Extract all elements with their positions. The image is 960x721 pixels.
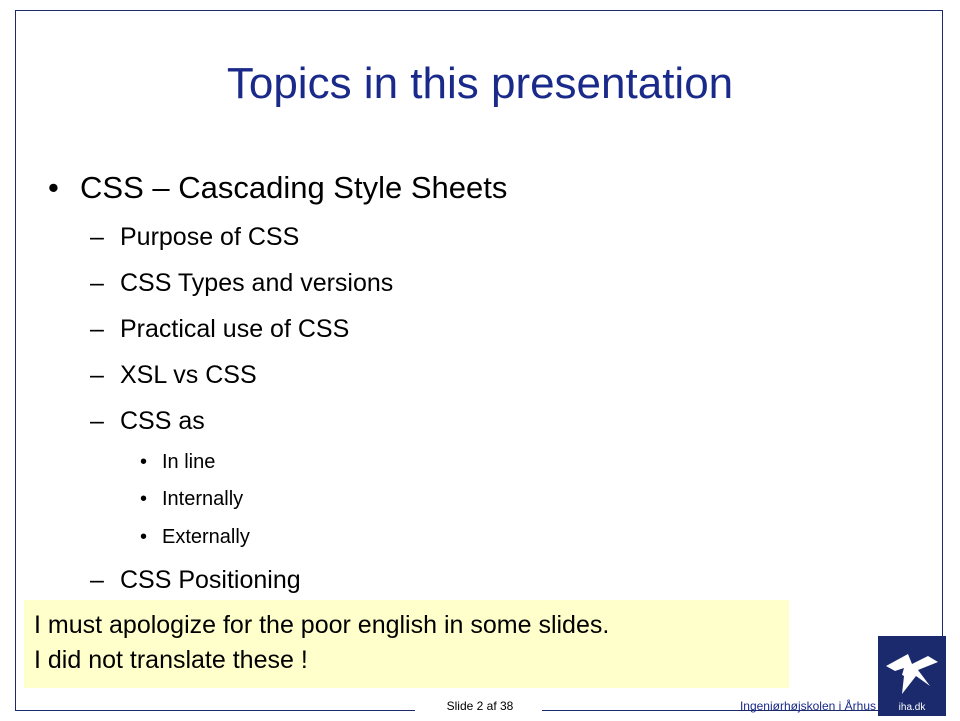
school-name: Ingeniørhøjskolen i Århus xyxy=(739,699,876,713)
bullet-text: CSS – Cascading Style Sheets xyxy=(80,170,508,205)
dash-marker: – xyxy=(90,566,104,594)
subitem-text: Practical use of CSS xyxy=(120,315,350,343)
bullet-marker: • xyxy=(140,488,148,510)
logo-text: iha.dk xyxy=(898,702,926,713)
subitem-text: CSS Positioning xyxy=(120,566,301,594)
note-line: I did not translate these ! xyxy=(34,646,308,674)
subitem-text: XSL vs CSS xyxy=(120,361,257,389)
dash-marker: – xyxy=(90,223,104,251)
slide-number: Slide 2 af 38 xyxy=(446,699,514,713)
school-logo: iha.dk xyxy=(878,636,946,716)
dash-marker: – xyxy=(90,269,104,297)
dash-marker: – xyxy=(90,361,104,389)
subitem-text: CSS Types and versions xyxy=(120,269,394,297)
subitem-text: Purpose of CSS xyxy=(120,223,300,251)
bullet-marker: • xyxy=(140,526,148,548)
dash-marker: – xyxy=(90,407,104,435)
subitem-text: CSS as xyxy=(120,407,205,435)
bullet-marker: • xyxy=(140,451,148,473)
subsubitem-text: Internally xyxy=(162,488,244,510)
note-line: I must apologize for the poor english in… xyxy=(34,611,610,639)
dash-marker: – xyxy=(90,315,104,343)
subsubitem-text: Externally xyxy=(162,526,250,548)
apology-note: I must apologize for the poor english in… xyxy=(24,600,789,688)
subsubitem-text: In line xyxy=(162,451,216,473)
bullet-marker: • xyxy=(48,170,59,205)
